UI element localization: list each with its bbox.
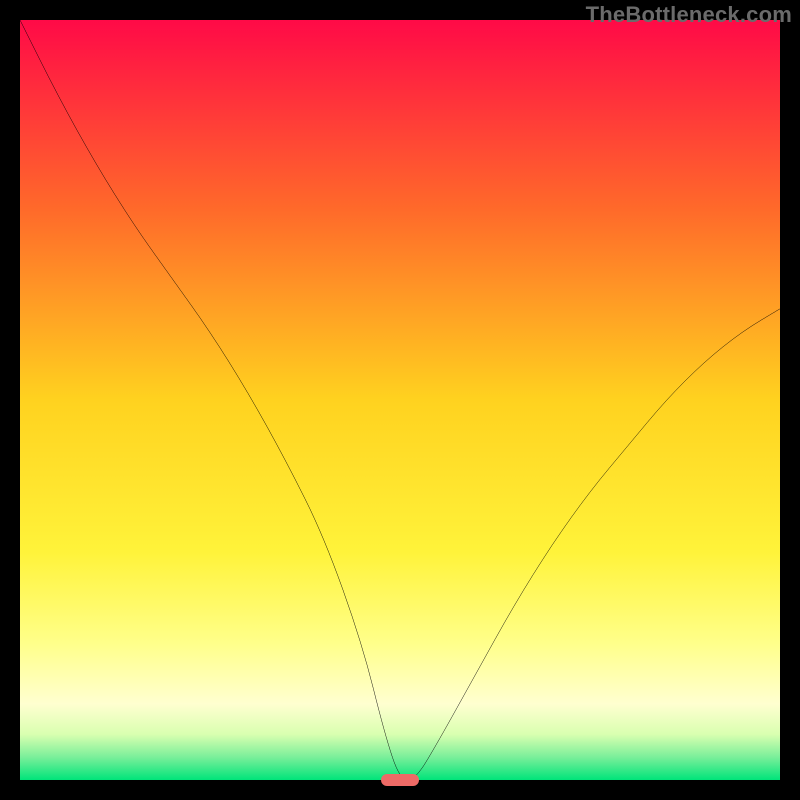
bottleneck-curve <box>20 20 780 780</box>
plot-area <box>20 20 780 780</box>
chart-frame: TheBottleneck.com <box>0 0 800 800</box>
optimal-marker <box>381 774 419 786</box>
watermark-label: TheBottleneck.com <box>586 2 792 28</box>
